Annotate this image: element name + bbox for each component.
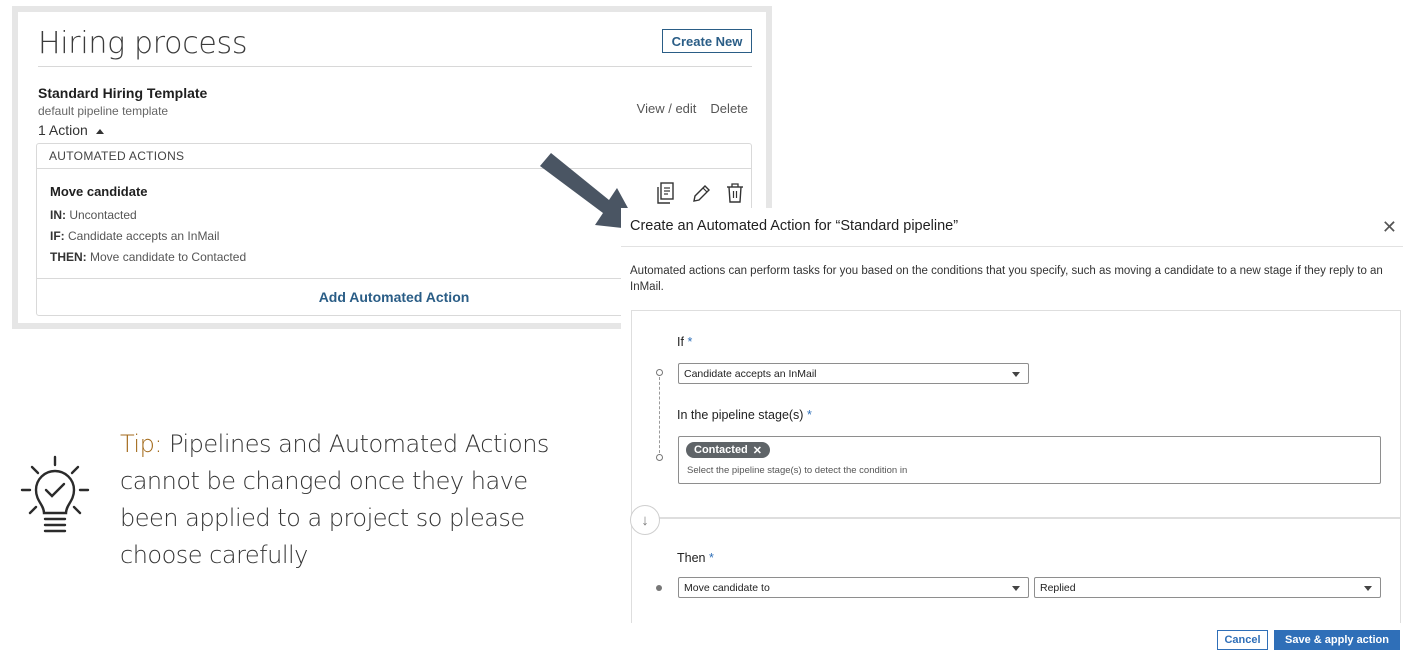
cancel-button[interactable]: Cancel: [1217, 630, 1268, 650]
pencil-icon[interactable]: [691, 182, 711, 204]
then-action-select[interactable]: Move candidate to: [678, 577, 1029, 598]
stage-placeholder: Select the pipeline stage(s) to detect t…: [687, 465, 908, 476]
arrow-down-icon: ↓: [630, 505, 660, 535]
if-condition-value: Candidate accepts an InMail: [684, 367, 817, 380]
step-ring-icon: [656, 454, 663, 461]
if-label-text: If: [677, 335, 684, 349]
actions-toggle[interactable]: 1 Action: [38, 122, 105, 138]
remove-chip-icon[interactable]: ✕: [753, 444, 762, 457]
tip-label: Tip:: [120, 430, 162, 458]
pipeline-stage-input[interactable]: Contacted ✕ Select the pipeline stage(s)…: [678, 436, 1381, 484]
trash-icon[interactable]: [725, 182, 745, 204]
template-name: Standard Hiring Template: [38, 85, 208, 101]
action-icons: [657, 182, 745, 204]
step-dot-icon: [656, 585, 662, 591]
tip-text: Tip: Pipelines and Automated Actions can…: [120, 426, 590, 574]
copy-icon[interactable]: [657, 182, 677, 204]
if-label: IF:: [50, 229, 65, 243]
view-edit-link[interactable]: View / edit: [637, 101, 697, 116]
condition-card: If * Candidate accepts an InMail In the …: [631, 310, 1401, 518]
divider: [38, 66, 752, 67]
if-value: Candidate accepts an InMail: [68, 229, 220, 243]
save-apply-button[interactable]: Save & apply action: [1274, 630, 1400, 650]
action-in-line: IN: Uncontacted: [50, 208, 137, 222]
modal-description: Automated actions can perform tasks for …: [630, 265, 1383, 293]
then-label-text: Then: [677, 551, 706, 565]
then-label: THEN:: [50, 250, 87, 264]
close-icon[interactable]: ✕: [1382, 217, 1397, 238]
then-action-value: Move candidate to: [684, 581, 770, 594]
action-if-line: IF: Candidate accepts an InMail: [50, 229, 219, 243]
if-label: If *: [677, 335, 692, 349]
create-new-button[interactable]: Create New: [662, 29, 752, 53]
stage-label: In the pipeline stage(s) *: [677, 408, 812, 422]
delete-link[interactable]: Delete: [710, 101, 748, 116]
caret-up-icon: [95, 129, 104, 134]
modal-title: Create an Automated Action for “Standard…: [630, 218, 959, 234]
stage-chip-label: Contacted: [694, 444, 748, 456]
required-mark: *: [806, 408, 812, 422]
then-value: Move candidate to Contacted: [90, 250, 247, 264]
then-label: Then *: [677, 551, 714, 565]
divider: [621, 246, 1403, 247]
step-connector: [659, 377, 660, 453]
stage-chip[interactable]: Contacted ✕: [686, 442, 770, 458]
in-label: IN:: [50, 208, 66, 222]
chevron-down-icon: [1012, 586, 1020, 591]
action-then-line: THEN: Move candidate to Contacted: [50, 250, 246, 264]
chevron-down-icon: [1012, 372, 1020, 377]
stage-label-text: In the pipeline stage(s): [677, 408, 804, 422]
action-card: ↓ Then * Move candidate to Replied: [630, 505, 1401, 623]
step-ring-icon: [656, 369, 663, 376]
actions-count: 1 Action: [38, 122, 88, 138]
template-links: View / edit Delete: [637, 101, 748, 116]
in-value: Uncontacted: [69, 208, 137, 222]
page-title: Hiring process: [38, 26, 248, 61]
template-description: default pipeline template: [38, 104, 169, 118]
lightbulb-check-icon: [20, 455, 90, 533]
required-mark: *: [687, 335, 693, 349]
chevron-down-icon: [1364, 586, 1372, 591]
create-automated-action-modal: Create an Automated Action for “Standard…: [621, 208, 1403, 650]
required-mark: *: [708, 551, 714, 565]
then-stage-select[interactable]: Replied: [1034, 577, 1381, 598]
then-stage-value: Replied: [1040, 581, 1076, 594]
action-title: Move candidate: [50, 184, 148, 199]
tip-body: Pipelines and Automated Actions cannot b…: [120, 430, 549, 569]
if-condition-select[interactable]: Candidate accepts an InMail: [678, 363, 1029, 384]
